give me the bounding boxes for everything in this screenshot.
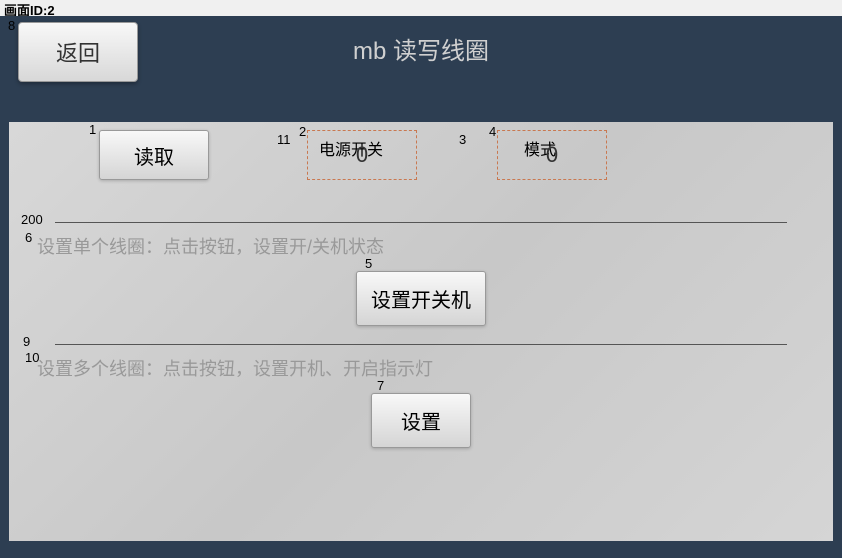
read-button[interactable]: 读取 [99,130,209,180]
marker-7: 7 [377,378,384,393]
power-value-box[interactable]: 0 [307,130,417,180]
set-power-button[interactable]: 设置开关机 [356,271,486,326]
marker-6: 6 [25,230,32,245]
marker-3: 3 [459,132,466,147]
marker-4: 4 [489,124,496,139]
header: 8 返回 mb 读写线圈 [0,16,842,80]
marker-1: 1 [89,122,96,137]
set-button[interactable]: 设置 [371,393,471,448]
desc-single: 设置单个线圈：点击按钮，设置开/关机状态 [27,223,815,263]
marker-2: 2 [299,124,306,139]
page-title: mb 读写线圈 [353,31,489,66]
marker-11: 11 [277,132,291,147]
marker-10: 10 [25,350,39,365]
content-area: 11 电源开关 3 模式 1 读取 2 0 4 0 200 6 设置单个线圈：点… [8,122,834,542]
back-button[interactable]: 返回 [18,22,138,82]
marker-200: 200 [21,212,43,227]
marker-5: 5 [365,256,372,271]
page-id-bar: 画面ID:2 [0,0,842,16]
marker-9: 9 [23,334,30,349]
marker-8: 8 [8,18,15,33]
mode-value-box[interactable]: 0 [497,130,607,180]
desc-multi: 设置多个线圈：点击按钮，设置开机、开启指示灯 [27,345,815,385]
